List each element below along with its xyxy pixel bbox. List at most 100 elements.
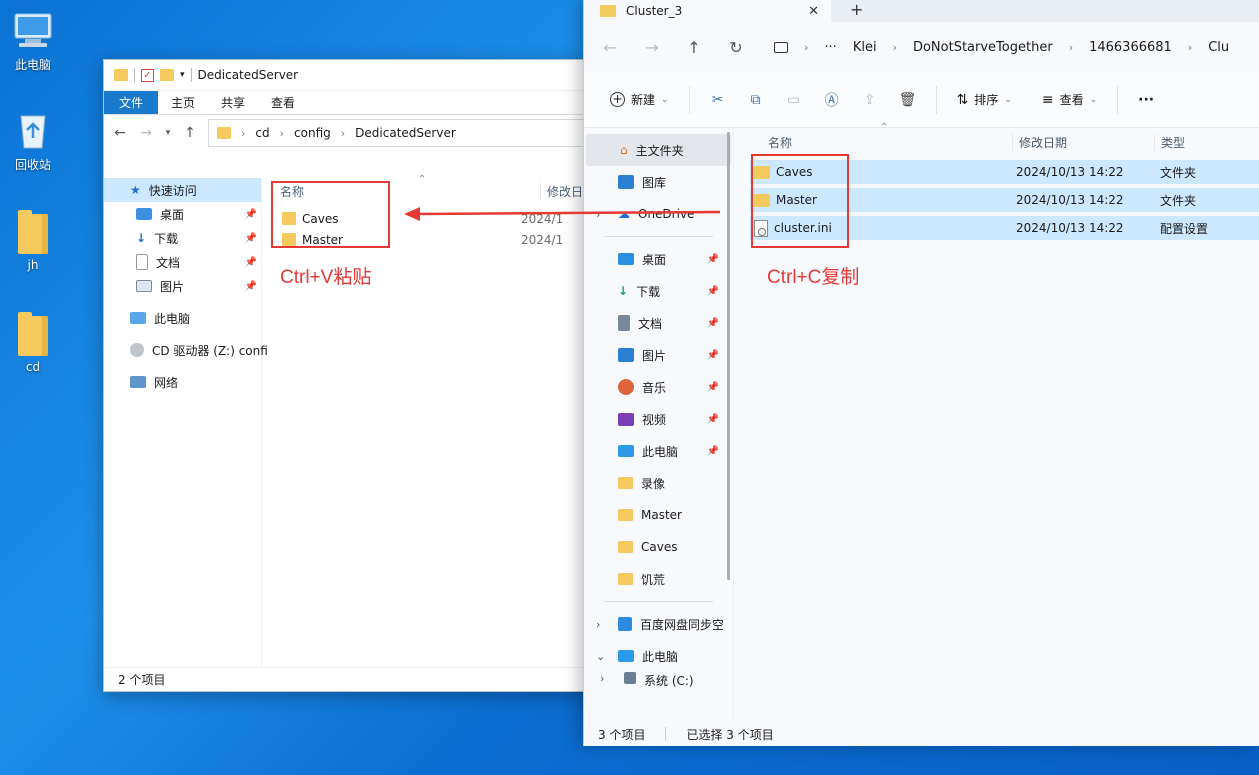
column-header-name[interactable]: 名称 — [750, 134, 1012, 151]
properties-icon[interactable]: ✓ — [141, 68, 154, 82]
address-bar[interactable]: › cd › config › DedicatedServer — [208, 119, 604, 147]
chevron-right-icon[interactable]: › — [600, 672, 604, 685]
desktop-icon-cd[interactable]: cd — [0, 312, 66, 374]
tab-cluster[interactable]: Cluster_3 ✕ — [584, 0, 831, 22]
nav-item-documents[interactable]: 文档 📌 — [104, 250, 261, 274]
nav-item-pictures[interactable]: 图片 📌 — [584, 339, 733, 371]
nav-item-desktop[interactable]: 桌面 📌 — [584, 243, 733, 275]
nav-item-pictures[interactable]: 图片 📌 — [104, 274, 261, 298]
pin-icon[interactable]: 📌 — [707, 382, 719, 393]
nav-item-master[interactable]: Master — [584, 499, 733, 531]
refresh-icon[interactable]: ↻ — [728, 38, 744, 57]
nav-item-documents[interactable]: 文档 📌 — [584, 307, 733, 339]
pin-icon[interactable]: 📌 — [245, 257, 257, 268]
delete-icon[interactable]: 🗑 — [892, 84, 924, 116]
nav-item-label: 文档 — [638, 316, 663, 331]
nav-item-gallery[interactable]: 图库 — [584, 166, 733, 198]
nav-item-music[interactable]: 音乐 📌 — [584, 371, 733, 403]
chevron-down-icon[interactable]: ⌄ — [596, 650, 605, 663]
copy-icon[interactable]: ⧉ — [740, 84, 772, 116]
pin-icon[interactable]: 📌 — [245, 233, 257, 244]
share-icon[interactable]: ⇪ — [854, 84, 886, 116]
view-list-icon: ≡ — [1041, 91, 1054, 108]
close-icon[interactable]: ✕ — [808, 4, 819, 19]
breadcrumb-item[interactable]: DoNotStarveTogether — [913, 40, 1053, 55]
recent-dropdown-icon[interactable]: ▾ — [164, 128, 172, 138]
desktop-icon-recycle-bin[interactable]: 回收站 — [0, 108, 66, 173]
up-arrow-icon[interactable]: ↑ — [686, 38, 702, 57]
nav-item-videos[interactable]: 视频 📌 — [584, 403, 733, 435]
overflow-icon[interactable]: ··· — [824, 40, 836, 55]
chevron-right-icon[interactable]: › — [1069, 41, 1073, 54]
chevron-right-icon[interactable]: › — [341, 127, 345, 140]
chevron-right-icon[interactable]: › — [596, 618, 600, 631]
new-folder-icon[interactable] — [160, 69, 174, 81]
nav-item-baidu-sync[interactable]: › 百度网盘同步空 — [584, 608, 733, 640]
breadcrumb-item[interactable]: DedicatedServer — [355, 126, 456, 140]
breadcrumb-item[interactable]: config — [294, 126, 331, 140]
baidu-netdisk-icon — [618, 617, 632, 631]
nav-item-network[interactable]: 网络 — [104, 370, 261, 394]
column-header-modified[interactable]: 修改日期 — [1012, 133, 1154, 151]
nav-item-recordings[interactable]: 录像 — [584, 467, 733, 499]
desktop-icon-label: jh — [27, 258, 39, 272]
nav-item-downloads[interactable]: ↓ 下载 📌 — [104, 226, 261, 250]
customize-quick-access-icon[interactable]: ▾ — [180, 70, 185, 80]
pin-icon[interactable]: 📌 — [707, 254, 719, 265]
tab-share[interactable]: 共享 — [208, 91, 258, 114]
tab-home[interactable]: 主页 — [158, 91, 208, 114]
pin-icon[interactable]: 📌 — [707, 318, 719, 329]
nav-item-onedrive[interactable]: › ☁ OneDrive — [584, 198, 733, 230]
breadcrumb-item[interactable]: 1466366681 — [1089, 40, 1172, 55]
nav-item-system-c[interactable]: › 系统 (C:) — [584, 672, 733, 688]
pin-icon[interactable]: 📌 — [707, 414, 719, 425]
nav-item-this-pc-tree[interactable]: ⌄ 此电脑 — [584, 640, 733, 672]
chevron-right-icon[interactable]: › — [596, 208, 600, 221]
chevron-right-icon[interactable]: › — [804, 41, 808, 54]
more-options-button[interactable]: ··· — [1130, 82, 1162, 118]
back-arrow-icon[interactable]: ← — [602, 38, 618, 57]
address-bar[interactable]: › ··· Klei › DoNotStarveTogether › 14663… — [770, 31, 1241, 63]
scrollbar[interactable] — [727, 132, 730, 580]
nav-item-caves[interactable]: Caves — [584, 531, 733, 563]
forward-arrow-icon[interactable]: → — [644, 38, 660, 57]
back-arrow-icon[interactable]: ← — [112, 125, 128, 141]
pin-icon[interactable]: 📌 — [245, 281, 257, 292]
breadcrumb-item[interactable]: Klei — [853, 40, 877, 55]
sort-button[interactable]: ⇅ 排序 ⌄ — [949, 82, 1020, 118]
desktop-icon-this-pc[interactable]: 此电脑 — [0, 8, 66, 73]
chevron-right-icon[interactable]: › — [241, 127, 245, 140]
breadcrumb-item[interactable]: cd — [255, 126, 269, 140]
document-icon — [618, 315, 630, 331]
nav-item-quick-access[interactable]: ★ 快速访问 — [104, 178, 261, 202]
view-button[interactable]: ≡ 查看 ⌄ — [1034, 82, 1105, 118]
nav-item-cd-drive[interactable]: CD 驱动器 (Z:) confi — [104, 338, 268, 362]
nav-item-home[interactable]: ⌂ 主文件夹 — [586, 134, 731, 166]
tab-view[interactable]: 查看 — [258, 91, 308, 114]
chevron-right-icon[interactable]: › — [893, 41, 897, 54]
new-button[interactable]: + 新建 ⌄ — [602, 82, 677, 118]
cut-icon[interactable]: ✂ — [702, 84, 734, 116]
breadcrumb-item[interactable]: Clu — [1208, 40, 1229, 55]
column-header-type[interactable]: 类型 — [1154, 133, 1185, 151]
nav-item-this-pc[interactable]: 此电脑 📌 — [584, 435, 733, 467]
pin-icon[interactable]: 📌 — [707, 446, 719, 457]
rename-icon[interactable]: Ⓐ — [816, 84, 848, 116]
forward-arrow-icon[interactable]: → — [138, 125, 154, 141]
chevron-right-icon[interactable]: › — [1188, 41, 1192, 54]
pin-icon[interactable]: 📌 — [707, 286, 719, 297]
tab-file[interactable]: 文件 — [104, 91, 159, 114]
desktop-icon-jh[interactable]: jh — [0, 210, 66, 272]
nav-item-desktop[interactable]: 桌面 📌 — [104, 202, 261, 226]
nav-item-jihuang[interactable]: 饥荒 — [584, 563, 733, 595]
paste-icon[interactable]: ▭ — [778, 84, 810, 116]
pin-icon[interactable]: 📌 — [245, 209, 257, 220]
view-button-label: 查看 — [1059, 93, 1084, 107]
nav-item-downloads[interactable]: ↓ 下载 📌 — [584, 275, 733, 307]
chevron-right-icon[interactable]: › — [280, 127, 284, 140]
pin-icon[interactable]: 📌 — [707, 350, 719, 361]
add-tab-icon[interactable]: + — [850, 0, 863, 20]
title-bar[interactable]: ✓ ▾ DedicatedServer — [104, 60, 612, 91]
up-arrow-icon[interactable]: ↑ — [182, 125, 198, 141]
nav-item-this-pc[interactable]: 此电脑 — [104, 306, 261, 330]
